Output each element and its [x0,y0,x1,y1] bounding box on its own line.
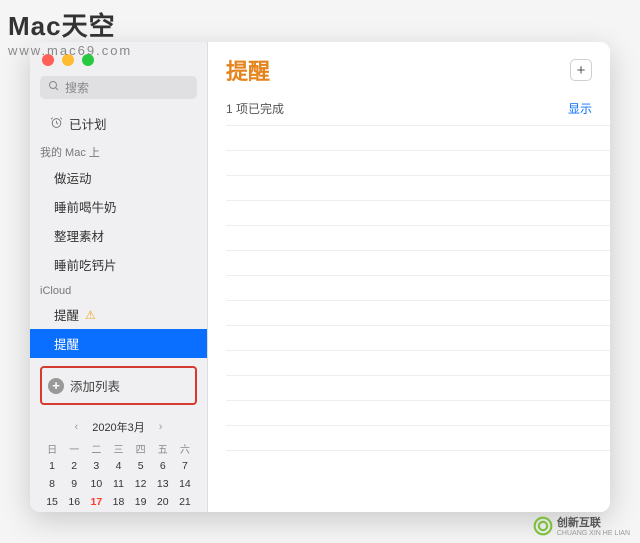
sidebar-item-local-0[interactable]: 做运动 [30,163,207,192]
sidebar: 搜索 已计划 我的 Mac 上 做运动 睡前喝牛奶 整理素材 睡前吃钙片 iCl… [30,42,208,512]
calendar-prev-button[interactable]: ‹ [71,421,83,433]
calendar-day[interactable]: 14 [175,476,195,492]
main-title: 提醒 [226,54,270,86]
calendar-day[interactable]: 3 [86,458,106,474]
reminder-list-area[interactable] [208,125,610,512]
calendar-dow: 六 [175,441,195,456]
search-icon [48,80,60,95]
add-list-label: 添加列表 [70,376,120,395]
calendar-day[interactable]: 13 [153,476,173,492]
app-window: 搜索 已计划 我的 Mac 上 做运动 睡前喝牛奶 整理素材 睡前吃钙片 iCl… [30,42,610,512]
completed-status: 1 项已完成 [226,100,284,117]
calendar-day[interactable]: 16 [64,494,84,510]
calendar-day[interactable]: 12 [131,476,151,492]
calendar-dow: 日 [42,441,62,456]
calendar-day[interactable]: 6 [153,458,173,474]
alarm-icon [50,116,63,132]
watermark-bottom: 创新互联 CHUANG XIN HE LIAN [533,514,630,537]
scheduled-row[interactable]: 已计划 [30,109,207,138]
calendar-day[interactable]: 18 [108,494,128,510]
sidebar-item-local-3[interactable]: 睡前吃钙片 [30,250,207,279]
calendar-next-button[interactable]: › [155,421,167,433]
calendar-day[interactable]: 10 [86,476,106,492]
calendar-day[interactable]: 1 [42,458,62,474]
calendar-day[interactable]: 4 [108,458,128,474]
calendar-day[interactable]: 11 [108,476,128,492]
calendar-day[interactable]: 8 [42,476,62,492]
sidebar-item-local-1[interactable]: 睡前喝牛奶 [30,192,207,221]
search-placeholder: 搜索 [65,79,89,96]
calendar-day[interactable]: 20 [153,494,173,510]
calendar-title: 2020年3月 [92,419,145,435]
calendar-day[interactable]: 21 [175,494,195,510]
calendar-day[interactable]: 19 [131,494,151,510]
warning-icon: ⚠ [85,308,96,322]
watermark-title: Mac天空 [8,6,132,43]
calendar-dow: 四 [131,441,151,456]
calendar-day[interactable]: 5 [131,458,151,474]
watermark-top: Mac天空 www.mac69.com [8,6,132,58]
show-completed-link[interactable]: 显示 [568,100,592,117]
logo-icon [533,516,553,536]
calendar-day[interactable]: 9 [64,476,84,492]
calendar-day[interactable]: 17 [86,494,106,510]
scheduled-label: 已计划 [69,114,107,133]
search-input[interactable]: 搜索 [40,76,197,99]
section-icloud-title: iCloud [30,279,207,300]
calendar-day[interactable]: 15 [42,494,62,510]
main-pane: 提醒 + 1 项已完成 显示 [208,42,610,512]
calendar-day[interactable]: 2 [64,458,84,474]
calendar: ‹ 2020年3月 › 日一二三四五六123456789101112131415… [30,413,207,512]
add-reminder-button[interactable]: + [570,59,592,81]
calendar-dow: 二 [86,441,106,456]
calendar-dow: 五 [153,441,173,456]
sidebar-item-icloud-0[interactable]: 提醒 ⚠ [30,300,207,329]
sidebar-item-icloud-1[interactable]: 提醒 [30,329,207,358]
calendar-dow: 一 [64,441,84,456]
plus-circle-icon: + [48,378,64,394]
calendar-day[interactable]: 7 [175,458,195,474]
watermark-sub: www.mac69.com [8,43,132,58]
add-list-button[interactable]: + 添加列表 [40,366,197,405]
sidebar-item-local-2[interactable]: 整理素材 [30,221,207,250]
section-local-title: 我的 Mac 上 [30,138,207,163]
calendar-dow: 三 [108,441,128,456]
